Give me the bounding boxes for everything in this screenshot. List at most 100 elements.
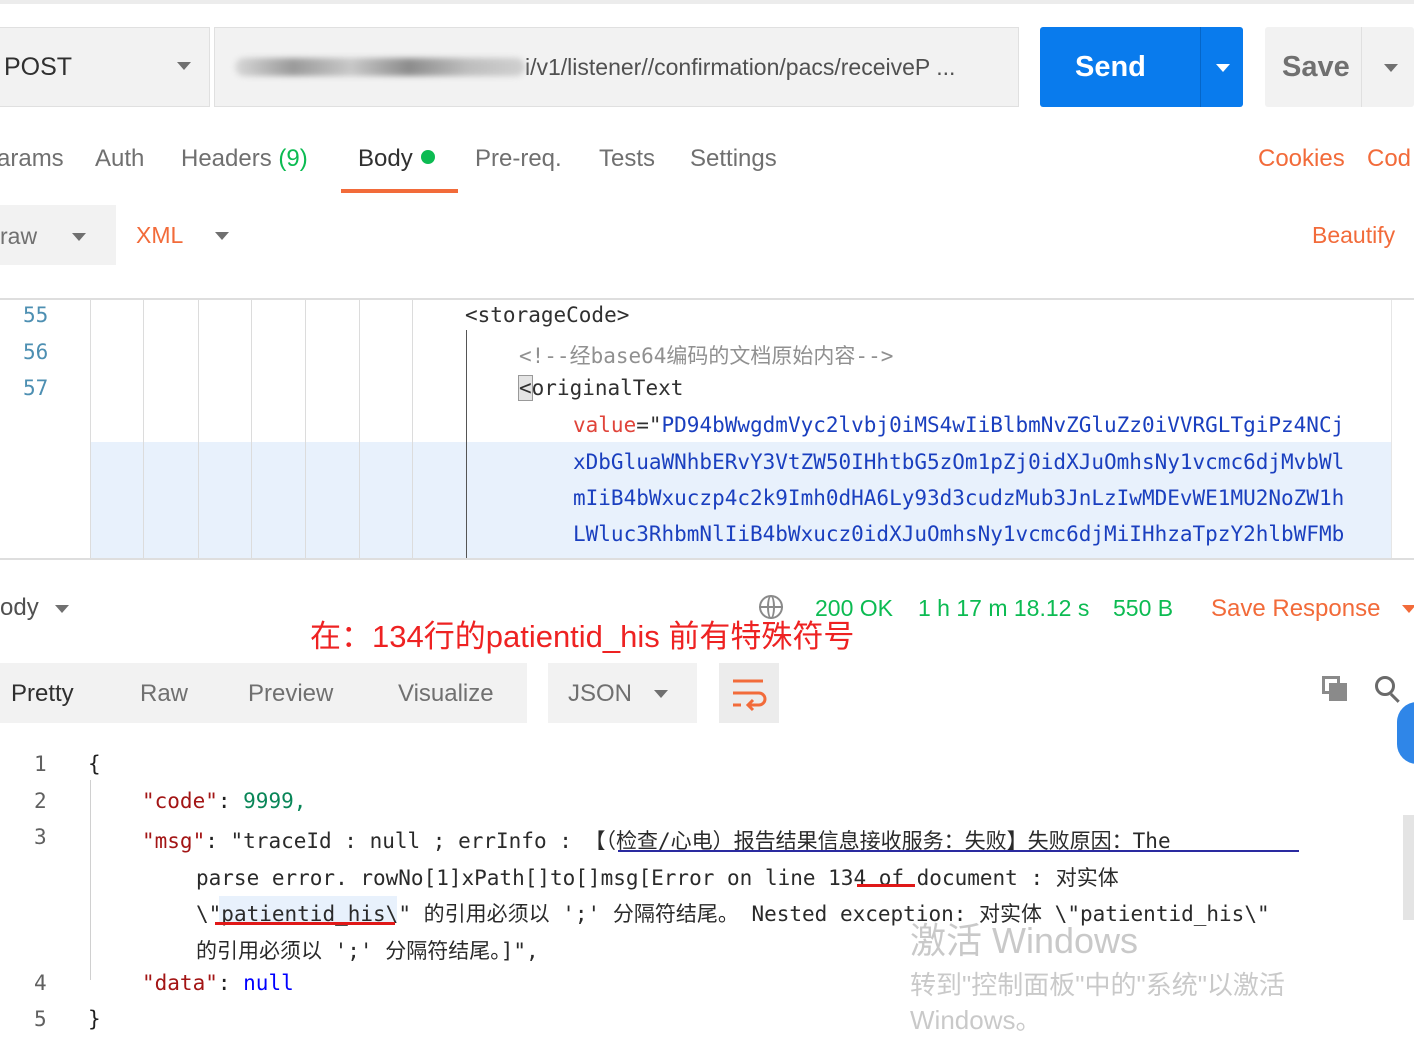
line-number: 5 [34, 1007, 47, 1031]
chevron-down-icon [72, 233, 86, 241]
response-time[interactable]: 1 h 17 m 18.12 s [918, 595, 1089, 622]
indent-guide [90, 780, 91, 980]
msg-text: parse error. rowNo[1]xPath[]to[]msg[Erro… [196, 866, 829, 890]
attr-name: value [573, 413, 637, 437]
tab-headers-label: Headers [181, 145, 272, 172]
tab-auth[interactable]: Auth [95, 145, 144, 173]
tab-body-label: Body [358, 145, 413, 172]
code-link[interactable]: Cod [1367, 145, 1411, 173]
line-number: 4 [34, 971, 47, 995]
json-value: null [243, 971, 294, 995]
chevron-down-icon [177, 62, 191, 70]
indent-guide [90, 300, 91, 558]
code-line-57: <originalText [518, 375, 684, 401]
indent-guide [198, 300, 199, 558]
send-button[interactable]: Send [1040, 27, 1243, 107]
line-number: 57 [23, 376, 49, 400]
save-button[interactable]: Save [1265, 27, 1414, 107]
tab-settings[interactable]: Settings [690, 145, 777, 173]
json-line-code: "code": 9999, [142, 789, 307, 813]
window-top-border [0, 0, 1414, 4]
code-line-55: <storageCode> [465, 303, 630, 327]
method-label: POST [4, 52, 73, 81]
tab-pretty[interactable]: Pretty [11, 680, 74, 708]
beautify-button[interactable]: Beautify [1312, 222, 1395, 249]
body-mode-select[interactable]: raw [0, 205, 116, 265]
json-msg-wrap: 的引用必须以 ';' 分隔符结尾。]", [196, 939, 539, 963]
active-tab-indicator [341, 189, 458, 193]
indent-guide [412, 300, 413, 558]
tab-raw[interactable]: Raw [140, 680, 188, 708]
attr-value: PD94bWwgdmVyc2lvbj0iMS4wIiBlbmNvZGluZz0i… [661, 413, 1345, 437]
annotation-note: 在：134行的patientid_his 前有特殊符号 [310, 619, 855, 654]
headers-count: (9) [278, 145, 308, 172]
watermark-title: 激活 Windows [910, 920, 1139, 961]
editor-scrollbar[interactable] [1391, 300, 1414, 558]
line-number: 2 [34, 789, 47, 813]
tab-body[interactable]: Body [358, 145, 435, 173]
json-key: "data" [142, 971, 218, 995]
json-open-brace: { [88, 752, 101, 776]
json-value: 9999, [243, 789, 307, 813]
tab-visualize[interactable]: Visualize [398, 680, 494, 708]
chevron-down-icon[interactable] [1402, 605, 1414, 613]
chevron-down-icon[interactable] [55, 605, 69, 613]
method-select[interactable]: POST [0, 27, 210, 107]
response-view-tabs: Pretty Raw Preview Visualize [0, 663, 527, 723]
chevron-down-icon[interactable] [1216, 64, 1230, 72]
line-number: 56 [23, 340, 49, 364]
request-body-editor[interactable]: 55 56 57 <storageCode> <!--经base64编码的文档原… [0, 298, 1414, 560]
underline-markup [857, 884, 915, 887]
tag-name: originalText [531, 376, 684, 400]
line-number: 3 [34, 825, 47, 849]
indent-guide [251, 300, 252, 558]
copy-icon[interactable] [1322, 676, 1348, 702]
tab-prereq[interactable]: Pre-req. [475, 145, 562, 173]
send-label: Send [1075, 51, 1146, 83]
line-number: 1 [34, 752, 47, 776]
chevron-down-icon [654, 690, 668, 698]
indent-guide [143, 300, 144, 558]
code-line-wrap: xDbGluaWNhbERvY3VtZW50IHhtbG5zOm1pZj0idX… [573, 450, 1345, 474]
json-msg-wrap: parse error. rowNo[1]xPath[]to[]msg[Erro… [196, 862, 1119, 892]
search-icon[interactable] [1375, 676, 1401, 703]
save-divider [1361, 27, 1362, 107]
save-label: Save [1282, 51, 1350, 83]
bracket-match: < [518, 375, 533, 401]
save-response-button[interactable]: Save Response [1211, 595, 1380, 623]
response-section-select[interactable]: ody [0, 594, 39, 622]
attr-eq: =" [636, 413, 662, 437]
json-close-brace: } [88, 1007, 101, 1031]
wrap-lines-button[interactable] [719, 663, 779, 723]
response-size[interactable]: 550 B [1113, 595, 1173, 622]
tab-params[interactable]: arams [0, 145, 64, 173]
side-panel-toggle[interactable] [1397, 702, 1414, 764]
json-key: "code" [142, 789, 218, 813]
url-text: i/v1/listener//confirmation/pacs/receive… [525, 53, 956, 80]
indent-guide [466, 330, 467, 558]
tab-headers[interactable]: Headers (9) [181, 145, 308, 173]
response-scrollbar[interactable] [1403, 815, 1414, 920]
watermark-line: Windows。 [910, 1005, 1042, 1035]
format-label: JSON [568, 680, 633, 707]
code-line-wrap: LWluc3RhbmNlIiB4bWxucz0idXJuOmhsNy1vcmc6… [573, 522, 1345, 546]
cookies-link[interactable]: Cookies [1258, 145, 1345, 173]
underline-markup [215, 922, 395, 925]
body-mode-label: raw [0, 223, 38, 249]
redacted-host [235, 58, 525, 76]
language-select[interactable]: XML [136, 222, 183, 249]
json-key: "msg" [142, 829, 206, 853]
tab-preview[interactable]: Preview [248, 680, 333, 708]
chevron-down-icon[interactable] [215, 232, 229, 240]
code-line-attr: value="PD94bWwgdmVyc2lvbj0iMS4wIiBlbmNvZ… [573, 413, 1344, 437]
indent-guide [305, 300, 306, 558]
send-divider [1200, 27, 1201, 107]
watermark-line: 转到"控制面板"中的"系统"以激活 [910, 970, 1285, 1000]
url-input[interactable]: i/v1/listener//confirmation/pacs/receive… [214, 27, 1019, 107]
format-select[interactable]: JSON [548, 663, 697, 723]
line-number: 55 [23, 303, 49, 327]
json-line-data: "data": null [142, 971, 294, 995]
tab-tests[interactable]: Tests [599, 145, 655, 173]
chevron-down-icon[interactable] [1384, 64, 1398, 72]
body-indicator-dot [420, 150, 435, 164]
